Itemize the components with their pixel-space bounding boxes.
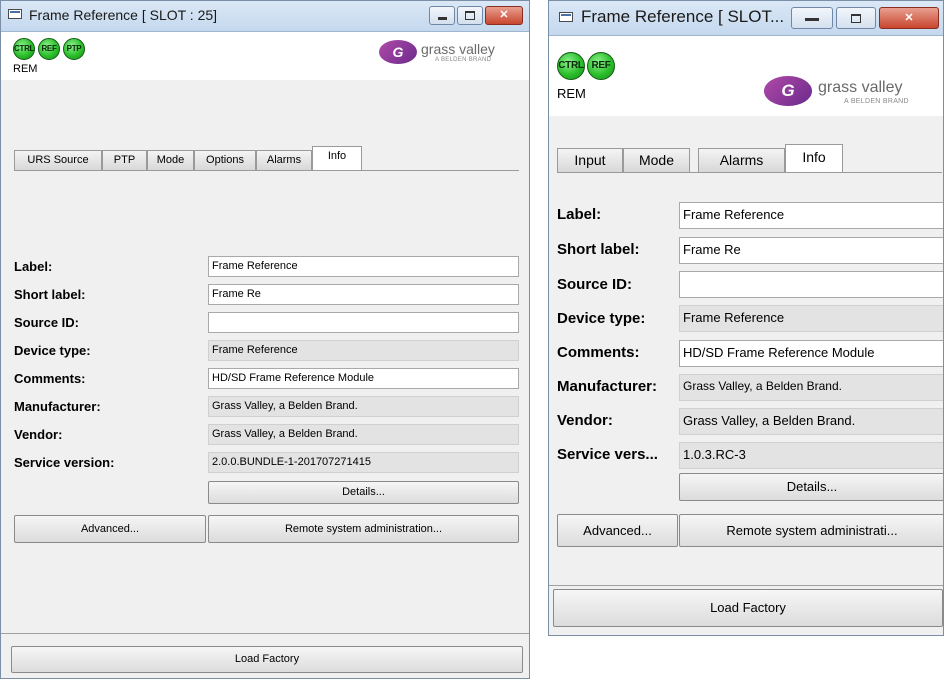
manufacturer-caption: Manufacturer:: [14, 399, 101, 414]
device-type-caption: Device type:: [557, 310, 646, 327]
manufacturer-caption: Manufacturer:: [557, 378, 658, 395]
minimize-icon: [437, 16, 447, 20]
window-icon: [559, 12, 573, 22]
close-button[interactable]: ✕: [879, 7, 939, 29]
tab-baseline: [557, 172, 942, 173]
device-type-field: Frame Reference: [679, 305, 943, 332]
window-title: Frame Reference [ SLOT...: [581, 7, 785, 26]
advanced-button[interactable]: Advanced...: [14, 515, 206, 543]
service-version-field: 1.0.3.RC-3: [679, 442, 943, 469]
service-version-caption: Service version:: [14, 455, 115, 470]
minimize-button[interactable]: [791, 7, 833, 29]
label-field[interactable]: Frame Reference: [208, 256, 519, 277]
grass-valley-logo: G grass valley A BELDEN BRAND: [764, 76, 939, 106]
window-title: Frame Reference [ SLOT : 25]: [29, 7, 218, 23]
label-caption: Label:: [557, 206, 602, 223]
minimize-icon: [805, 17, 819, 21]
frame-reference-window-slot-25: Frame Reference [ SLOT : 25] ✕ CTRL REF …: [0, 0, 530, 679]
logo-subtext: A BELDEN BRAND: [844, 98, 909, 105]
device-type-field: Frame Reference: [208, 340, 519, 361]
comments-caption: Comments:: [14, 371, 86, 386]
source-id-field[interactable]: [679, 271, 943, 298]
label-caption: Label:: [14, 259, 53, 274]
window-icon: [8, 9, 22, 19]
label-field[interactable]: Frame Reference: [679, 202, 943, 229]
rem-indicator: REM: [557, 86, 586, 101]
tab-options[interactable]: Options: [194, 150, 256, 170]
comments-field[interactable]: HD/SD Frame Reference Module: [208, 368, 519, 389]
tab-bar: Input Mode Alarms Info: [557, 144, 942, 174]
vendor-field: Grass Valley, a Belden Brand.: [208, 424, 519, 445]
tab-info[interactable]: Info: [785, 144, 843, 172]
tab-mode[interactable]: Mode: [623, 148, 690, 172]
title-bar[interactable]: Frame Reference [ SLOT... ✕: [549, 1, 943, 36]
minimize-button[interactable]: [429, 6, 455, 25]
source-id-caption: Source ID:: [14, 315, 80, 330]
gv-logo-icon: G: [379, 40, 417, 64]
comments-field[interactable]: HD/SD Frame Reference Module: [679, 340, 943, 367]
tab-mode[interactable]: Mode: [147, 150, 194, 170]
logo-text: grass valley: [421, 41, 495, 57]
details-button[interactable]: Details...: [679, 473, 943, 501]
ref-led: REF: [587, 52, 615, 80]
logo-subtext: A BELDEN BRAND: [435, 57, 492, 63]
close-icon: ✕: [904, 12, 914, 24]
gv-logo-icon: G: [764, 76, 812, 106]
device-type-caption: Device type:: [14, 343, 91, 358]
vendor-caption: Vendor:: [14, 427, 63, 442]
close-button[interactable]: ✕: [485, 6, 523, 25]
tab-input[interactable]: Input: [557, 148, 623, 172]
ctrl-led: CTRL: [13, 38, 35, 60]
load-factory-button[interactable]: Load Factory: [11, 646, 523, 673]
load-factory-button[interactable]: Load Factory: [553, 589, 943, 627]
tab-alarms[interactable]: Alarms: [698, 148, 785, 172]
details-button[interactable]: Details...: [208, 481, 519, 504]
remote-system-administration-button[interactable]: Remote system administration...: [208, 515, 519, 543]
tab-bar: URS Source PTP Mode Options Alarms Info: [14, 146, 519, 172]
logo-text: grass valley: [818, 79, 903, 96]
rem-indicator: REM: [13, 63, 38, 75]
comments-caption: Comments:: [557, 344, 640, 361]
ctrl-led: CTRL: [557, 52, 585, 80]
status-header: CTRL REF REM G grass valley A BELDEN BRA…: [549, 36, 943, 116]
source-id-caption: Source ID:: [557, 276, 633, 293]
maximize-button[interactable]: [457, 6, 483, 25]
tab-urs-source[interactable]: URS Source: [14, 150, 102, 170]
ptp-led: PTP: [63, 38, 85, 60]
short-label-caption: Short label:: [557, 241, 640, 258]
vendor-caption: Vendor:: [557, 412, 613, 429]
grass-valley-logo: G grass valley A BELDEN BRAND: [379, 40, 519, 66]
short-label-caption: Short label:: [14, 287, 86, 302]
ref-led: REF: [38, 38, 60, 60]
short-label-field[interactable]: Frame Re: [679, 237, 943, 264]
short-label-field[interactable]: Frame Re: [208, 284, 519, 305]
service-version-caption: Service vers...: [557, 446, 658, 463]
frame-reference-window-compact: Frame Reference [ SLOT... ✕ CTRL REF REM…: [548, 0, 944, 636]
title-bar[interactable]: Frame Reference [ SLOT : 25] ✕: [1, 1, 529, 32]
tab-alarms[interactable]: Alarms: [256, 150, 312, 170]
tab-baseline: [14, 170, 519, 171]
service-version-field: 2.0.0.BUNDLE-1-201707271415: [208, 452, 519, 473]
status-header: CTRL REF PTP REM G grass valley A BELDEN…: [1, 32, 529, 80]
remote-system-administration-button[interactable]: Remote system administrati...: [679, 514, 943, 547]
separator: [1, 633, 529, 634]
manufacturer-field: Grass Valley, a Belden Brand.: [679, 374, 943, 401]
manufacturer-field: Grass Valley, a Belden Brand.: [208, 396, 519, 417]
separator: [549, 585, 943, 586]
maximize-icon: [465, 10, 475, 20]
advanced-button[interactable]: Advanced...: [557, 514, 678, 547]
tab-info[interactable]: Info: [312, 146, 362, 170]
maximize-button[interactable]: [836, 7, 876, 29]
tab-ptp[interactable]: PTP: [102, 150, 147, 170]
source-id-field[interactable]: [208, 312, 519, 333]
maximize-icon: [851, 13, 861, 23]
vendor-field: Grass Valley, a Belden Brand.: [679, 408, 943, 435]
close-icon: ✕: [499, 9, 509, 21]
